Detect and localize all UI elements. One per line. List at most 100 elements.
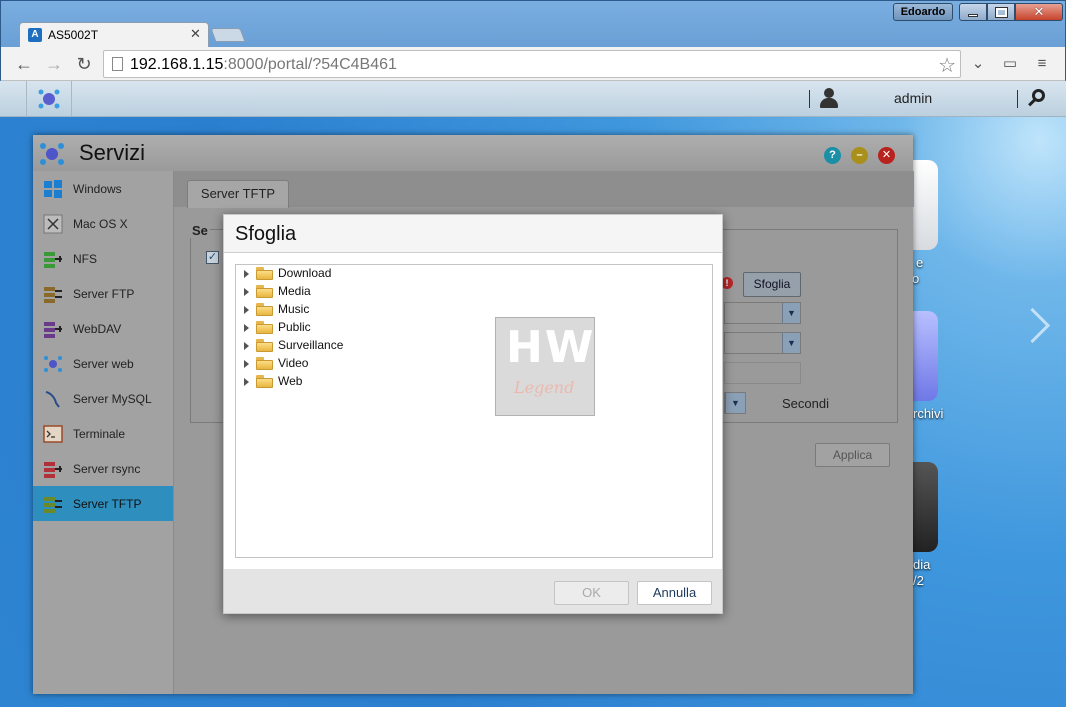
user-icon[interactable] (818, 87, 840, 109)
sidebar-item-terminale[interactable]: Terminale (33, 416, 173, 451)
sidebar-item-server-mysql[interactable]: Server MySQL (33, 381, 173, 416)
folder-label: Music (278, 302, 310, 316)
minimize-window-button[interactable] (959, 3, 987, 21)
services-app-icon (38, 89, 60, 109)
expand-arrow-icon[interactable] (244, 270, 249, 278)
windows-icon (44, 180, 62, 198)
title-bar: Edoardo ✕ (1, 1, 1065, 23)
terminal-icon (43, 425, 63, 443)
sidebar-item-server-tftp[interactable]: Server TFTP (33, 486, 173, 521)
sidebar-item-label: Server MySQL (73, 392, 152, 406)
expand-arrow-icon[interactable] (244, 306, 249, 314)
folder-label: Media (278, 284, 311, 298)
extension-icon[interactable]: ⌄ (969, 55, 987, 73)
cast-icon[interactable]: ▭ (1001, 55, 1019, 73)
expand-arrow-icon[interactable] (244, 360, 249, 368)
webdav-icon (44, 322, 62, 338)
seconds-label: Secondi (782, 396, 829, 411)
watermark-top: HW (506, 322, 596, 373)
timeout-select[interactable]: ▼ (724, 392, 746, 414)
expand-arrow-icon[interactable] (244, 324, 249, 332)
sidebar-item-mac-os-x[interactable]: Mac OS X (33, 206, 173, 241)
close-icon[interactable]: ✕ (878, 147, 895, 164)
window-header[interactable]: Servizi ? – ✕ (33, 135, 913, 171)
apply-button[interactable]: Applica (815, 443, 890, 467)
cancel-button[interactable]: Annulla (637, 581, 712, 605)
close-icon: ✕ (1033, 4, 1045, 19)
forward-icon[interactable]: → (43, 53, 65, 75)
url-path: :8000/portal/?54C4B461 (223, 56, 397, 73)
text-field[interactable] (724, 362, 801, 384)
services-app-icon (40, 143, 64, 165)
ftp-icon (44, 287, 62, 303)
desktop-icon-label: o (912, 271, 920, 286)
menu-icon[interactable]: ≡ (1033, 55, 1051, 73)
browser-tab[interactable]: A AS5002T ✕ (19, 22, 209, 48)
address-bar[interactable]: 192.168.1.15:8000/portal/?54C4B461 ☆ (103, 50, 961, 78)
maximize-icon (994, 6, 1008, 18)
folder-icon (256, 303, 273, 316)
desktop-icon-label: rchivi (913, 406, 944, 421)
mysql-icon (45, 391, 60, 408)
search-icon[interactable] (1026, 88, 1048, 110)
dialog-body: Download Media Music Public Surveillance (224, 253, 722, 569)
browse-button[interactable]: Sfoglia (743, 272, 801, 297)
reload-icon[interactable]: ↻ (73, 53, 95, 75)
favicon-icon: A (28, 28, 42, 42)
tab-server-tftp[interactable]: Server TFTP (187, 180, 289, 208)
browser-chrome: Edoardo ✕ A AS5002T ✕ ← → ↻ 192.168.1.15… (0, 0, 1066, 81)
help-icon[interactable]: ? (824, 147, 841, 164)
dialog-title: Sfoglia (235, 223, 297, 245)
sidebar-item-server-rsync[interactable]: Server rsync (33, 451, 173, 486)
select-field[interactable]: ▼ (724, 332, 801, 354)
close-window-button[interactable]: ✕ (1015, 3, 1063, 21)
bookmark-star-icon[interactable]: ☆ (938, 53, 956, 78)
select-field[interactable]: ▼ (724, 302, 801, 324)
page-icon (112, 57, 123, 71)
expand-arrow-icon[interactable] (244, 288, 249, 296)
url-host: 192.168.1.15 (130, 56, 224, 73)
sidebar-item-nfs[interactable]: NFS (33, 241, 173, 276)
sidebar-item-label: Server web (73, 357, 134, 371)
fieldset-legend: Se (190, 223, 210, 238)
url-text[interactable]: 192.168.1.15:8000/portal/?54C4B461 (130, 56, 397, 74)
maximize-window-button[interactable] (987, 3, 1015, 21)
browser-toolbar: ← → ↻ 192.168.1.15:8000/portal/?54C4B461… (1, 47, 1065, 81)
sidebar-item-server-web[interactable]: Server web (33, 346, 173, 381)
sidebar-item-label: Mac OS X (73, 217, 128, 231)
desktop-icon-label: /2 (913, 573, 924, 588)
chevron-down-icon: ▼ (725, 393, 745, 413)
sidebar-item-label: Server TFTP (73, 497, 142, 511)
expand-arrow-icon[interactable] (244, 342, 249, 350)
dialog-header[interactable]: Sfoglia (224, 215, 722, 253)
ok-button[interactable]: OK (554, 581, 629, 605)
tab-strip: Server TFTP (174, 171, 914, 208)
sidebar-item-windows[interactable]: Windows (33, 171, 173, 206)
sidebar-item-label: Server FTP (73, 287, 135, 301)
username[interactable]: admin (894, 90, 932, 106)
folder-label: Public (278, 320, 311, 334)
expand-arrow-icon[interactable] (244, 378, 249, 386)
nfs-icon (44, 252, 62, 268)
sidebar-item-label: WebDAV (73, 322, 122, 336)
enable-checkbox[interactable]: ✓ (206, 251, 219, 264)
next-page-arrow-icon[interactable] (1020, 309, 1044, 349)
home-button[interactable] (26, 81, 72, 117)
services-sidebar: Windows Mac OS X NFS Server FTP WebDAV S… (33, 171, 173, 694)
divider (809, 90, 810, 108)
mac-os-x-icon (43, 214, 63, 234)
sidebar-item-server-ftp[interactable]: Server FTP (33, 276, 173, 311)
new-tab-button[interactable] (210, 28, 246, 42)
minimize-icon[interactable]: – (851, 147, 868, 164)
os-user-badge: Edoardo (893, 3, 953, 21)
chevron-down-icon: ▼ (782, 333, 800, 353)
tab-title: AS5002T (48, 28, 99, 42)
folder-icon (256, 339, 273, 352)
desktop-icon-label: dia (913, 557, 931, 572)
sidebar-item-webdav[interactable]: WebDAV (33, 311, 173, 346)
divider (1017, 90, 1018, 108)
dialog-footer: OK Annulla (224, 569, 722, 613)
tab-close-icon[interactable]: ✕ (190, 26, 201, 42)
browse-dialog: Sfoglia Download Media Music Public Surv… (223, 214, 723, 614)
back-icon[interactable]: ← (13, 53, 35, 75)
